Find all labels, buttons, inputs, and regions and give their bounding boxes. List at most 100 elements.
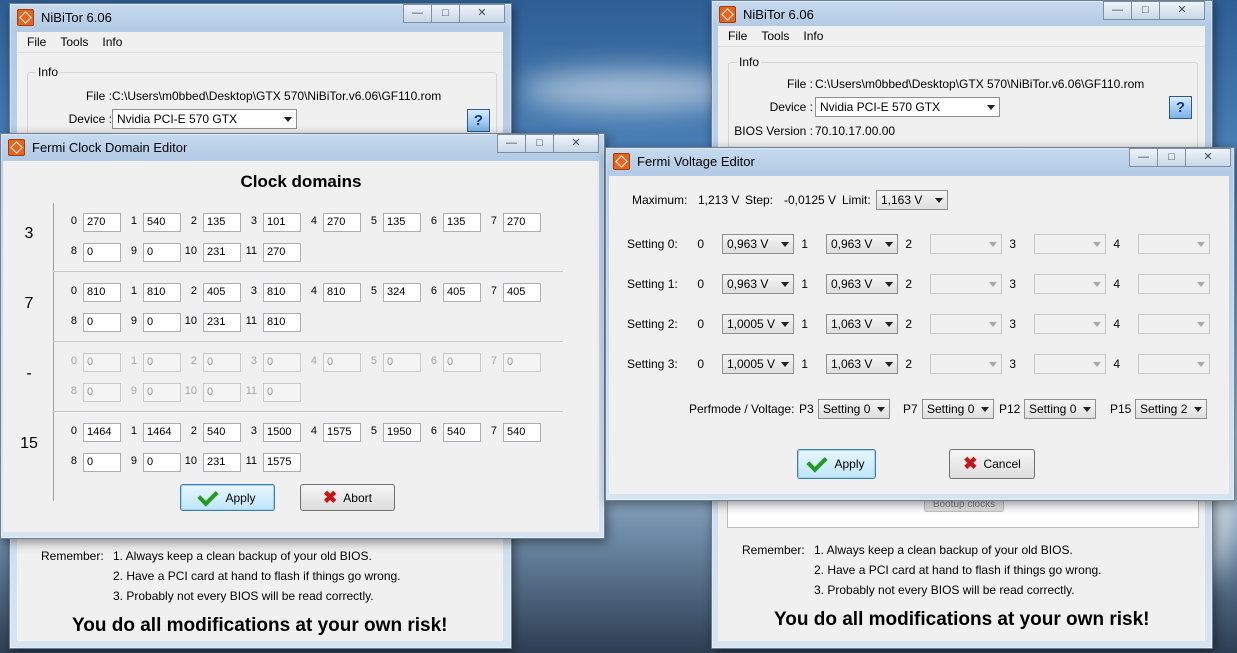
clock-value-input[interactable]: 405 [503, 283, 541, 302]
clock-value-input: 0 [143, 353, 181, 372]
checkmark-icon [197, 484, 220, 507]
perfmode-select[interactable]: Setting 0 [818, 399, 890, 419]
maximize-icon[interactable]: □ [525, 134, 554, 153]
dropdown-arrow-icon [877, 407, 885, 412]
clock-value-input[interactable]: 1950 [383, 423, 421, 442]
device-select[interactable]: Nvidia PCI-E 570 GTX [112, 109, 297, 129]
clock-value-input[interactable]: 135 [203, 213, 241, 232]
help-icon[interactable]: ? [1169, 96, 1192, 119]
remember-item-2: 2. Have a PCI card at hand to flash if t… [113, 569, 401, 583]
perfmode-select[interactable]: Setting 2 [1135, 399, 1207, 419]
abort-button[interactable]: ✖ Abort [300, 484, 395, 511]
menu-info[interactable]: Info [102, 35, 122, 49]
clock-value-input[interactable]: 270 [323, 213, 361, 232]
minimize-icon[interactable]: — [1129, 148, 1158, 167]
minimize-icon[interactable]: — [1103, 1, 1132, 20]
clock-value-input[interactable]: 231 [203, 453, 241, 472]
voltage-select[interactable]: 0,963 V [722, 234, 794, 254]
minimize-icon[interactable]: — [403, 4, 432, 23]
clock-value-input[interactable]: 540 [203, 423, 241, 442]
voltage-select [1034, 234, 1106, 254]
clock-value-input[interactable]: 0 [83, 313, 121, 332]
clock-value-input[interactable]: 810 [323, 283, 361, 302]
menu-file[interactable]: File [27, 35, 46, 49]
menu-bar: File Tools Info [718, 26, 1205, 47]
perfmode-select[interactable]: Setting 0 [922, 399, 994, 419]
limit-label: Limit: [842, 193, 871, 207]
clock-value-input[interactable]: 405 [443, 283, 481, 302]
clock-value-input[interactable]: 231 [203, 313, 241, 332]
clock-value-input[interactable]: 810 [263, 313, 301, 332]
clock-value-input[interactable]: 270 [263, 243, 301, 262]
menu-tools[interactable]: Tools [60, 35, 88, 49]
close-icon[interactable]: ✕ [459, 4, 505, 23]
clock-row-label: 3 [24, 225, 34, 242]
voltage-select[interactable]: 0,963 V [826, 234, 898, 254]
clock-index-label: 8 [70, 245, 77, 257]
clock-value-input[interactable]: 0 [143, 313, 181, 332]
clock-value-input[interactable]: 810 [143, 283, 181, 302]
close-icon[interactable]: ✕ [553, 134, 599, 153]
perfmode-select[interactable]: Setting 0 [1024, 399, 1096, 419]
voltage-select[interactable]: 1,0005 V [722, 314, 794, 334]
clock-value-input[interactable]: 135 [443, 213, 481, 232]
menu-info[interactable]: Info [803, 29, 823, 43]
dropdown-arrow-icon [1197, 282, 1205, 287]
clock-value-input[interactable]: 1464 [83, 423, 121, 442]
voltage-select-value: 1,063 V [831, 317, 873, 331]
clock-index-label: 7 [490, 425, 497, 437]
clock-value-input[interactable]: 540 [443, 423, 481, 442]
slot-index-label: 3 [1009, 317, 1016, 331]
cancel-button[interactable]: ✖ Cancel [949, 449, 1035, 479]
clock-value-input[interactable]: 135 [383, 213, 421, 232]
close-icon[interactable]: ✕ [1159, 1, 1205, 20]
limit-select[interactable]: 1,163 V [876, 190, 948, 210]
menu-file[interactable]: File [728, 29, 747, 43]
voltage-select[interactable]: 1,0005 V [722, 354, 794, 374]
remember-item-2: 2. Have a PCI card at hand to flash if t… [814, 563, 1102, 577]
clock-value-input[interactable]: 101 [263, 213, 301, 232]
clock-editor-client: Clock domains 3 0 270 1 540 2 135 3 101 4 270 5 135 6… [3, 161, 599, 532]
voltage-select[interactable]: 0,963 V [826, 274, 898, 294]
device-select[interactable]: Nvidia PCI-E 570 GTX [815, 97, 1000, 117]
clock-value-input[interactable]: 324 [383, 283, 421, 302]
clock-value-input[interactable]: 1464 [143, 423, 181, 442]
clock-value-input[interactable]: 1575 [323, 423, 361, 442]
maximize-icon[interactable]: □ [1131, 1, 1160, 20]
maximize-icon[interactable]: □ [1157, 148, 1186, 167]
maximize-icon[interactable]: □ [431, 4, 460, 23]
clock-value-input[interactable]: 810 [83, 283, 121, 302]
clock-value-input[interactable]: 270 [83, 213, 121, 232]
bios-version-value: 70.10.17.00.00 [815, 124, 896, 138]
clock-value-input[interactable]: 231 [203, 243, 241, 262]
clock-value-input[interactable]: 1500 [263, 423, 301, 442]
voltage-select[interactable]: 0,963 V [722, 274, 794, 294]
voltage-select [1034, 274, 1106, 294]
info-group-title: Info [737, 55, 762, 69]
clock-value-input[interactable]: 0 [83, 243, 121, 262]
clock-value-input[interactable]: 0 [143, 453, 181, 472]
help-icon[interactable]: ? [467, 109, 490, 132]
clock-value-input[interactable]: 0 [143, 243, 181, 262]
voltage-select[interactable]: 1,063 V [826, 314, 898, 334]
dropdown-arrow-icon [885, 362, 893, 367]
clock-value-input[interactable]: 270 [503, 213, 541, 232]
clock-value-input: 0 [203, 353, 241, 372]
clock-value-input[interactable]: 540 [143, 213, 181, 232]
dropdown-arrow-icon [885, 322, 893, 327]
menu-tools[interactable]: Tools [761, 29, 789, 43]
apply-button[interactable]: Apply [797, 449, 876, 479]
close-icon[interactable]: ✕ [1185, 148, 1231, 167]
clock-value-input[interactable]: 0 [83, 453, 121, 472]
apply-button[interactable]: Apply [180, 484, 275, 511]
clock-value-input[interactable]: 810 [263, 283, 301, 302]
file-path: C:\Users\m0bbed\Desktop\GTX 570\NiBiTor.… [815, 77, 1145, 91]
clock-value-input[interactable]: 540 [503, 423, 541, 442]
clock-value-input[interactable]: 1575 [263, 453, 301, 472]
voltage-select-value: 0,963 V [727, 277, 769, 291]
voltage-select[interactable]: 1,063 V [826, 354, 898, 374]
clock-value-input[interactable]: 405 [203, 283, 241, 302]
clock-value-input: 0 [383, 353, 421, 372]
slot-index-label: 2 [905, 277, 912, 291]
minimize-icon[interactable]: — [497, 134, 526, 153]
